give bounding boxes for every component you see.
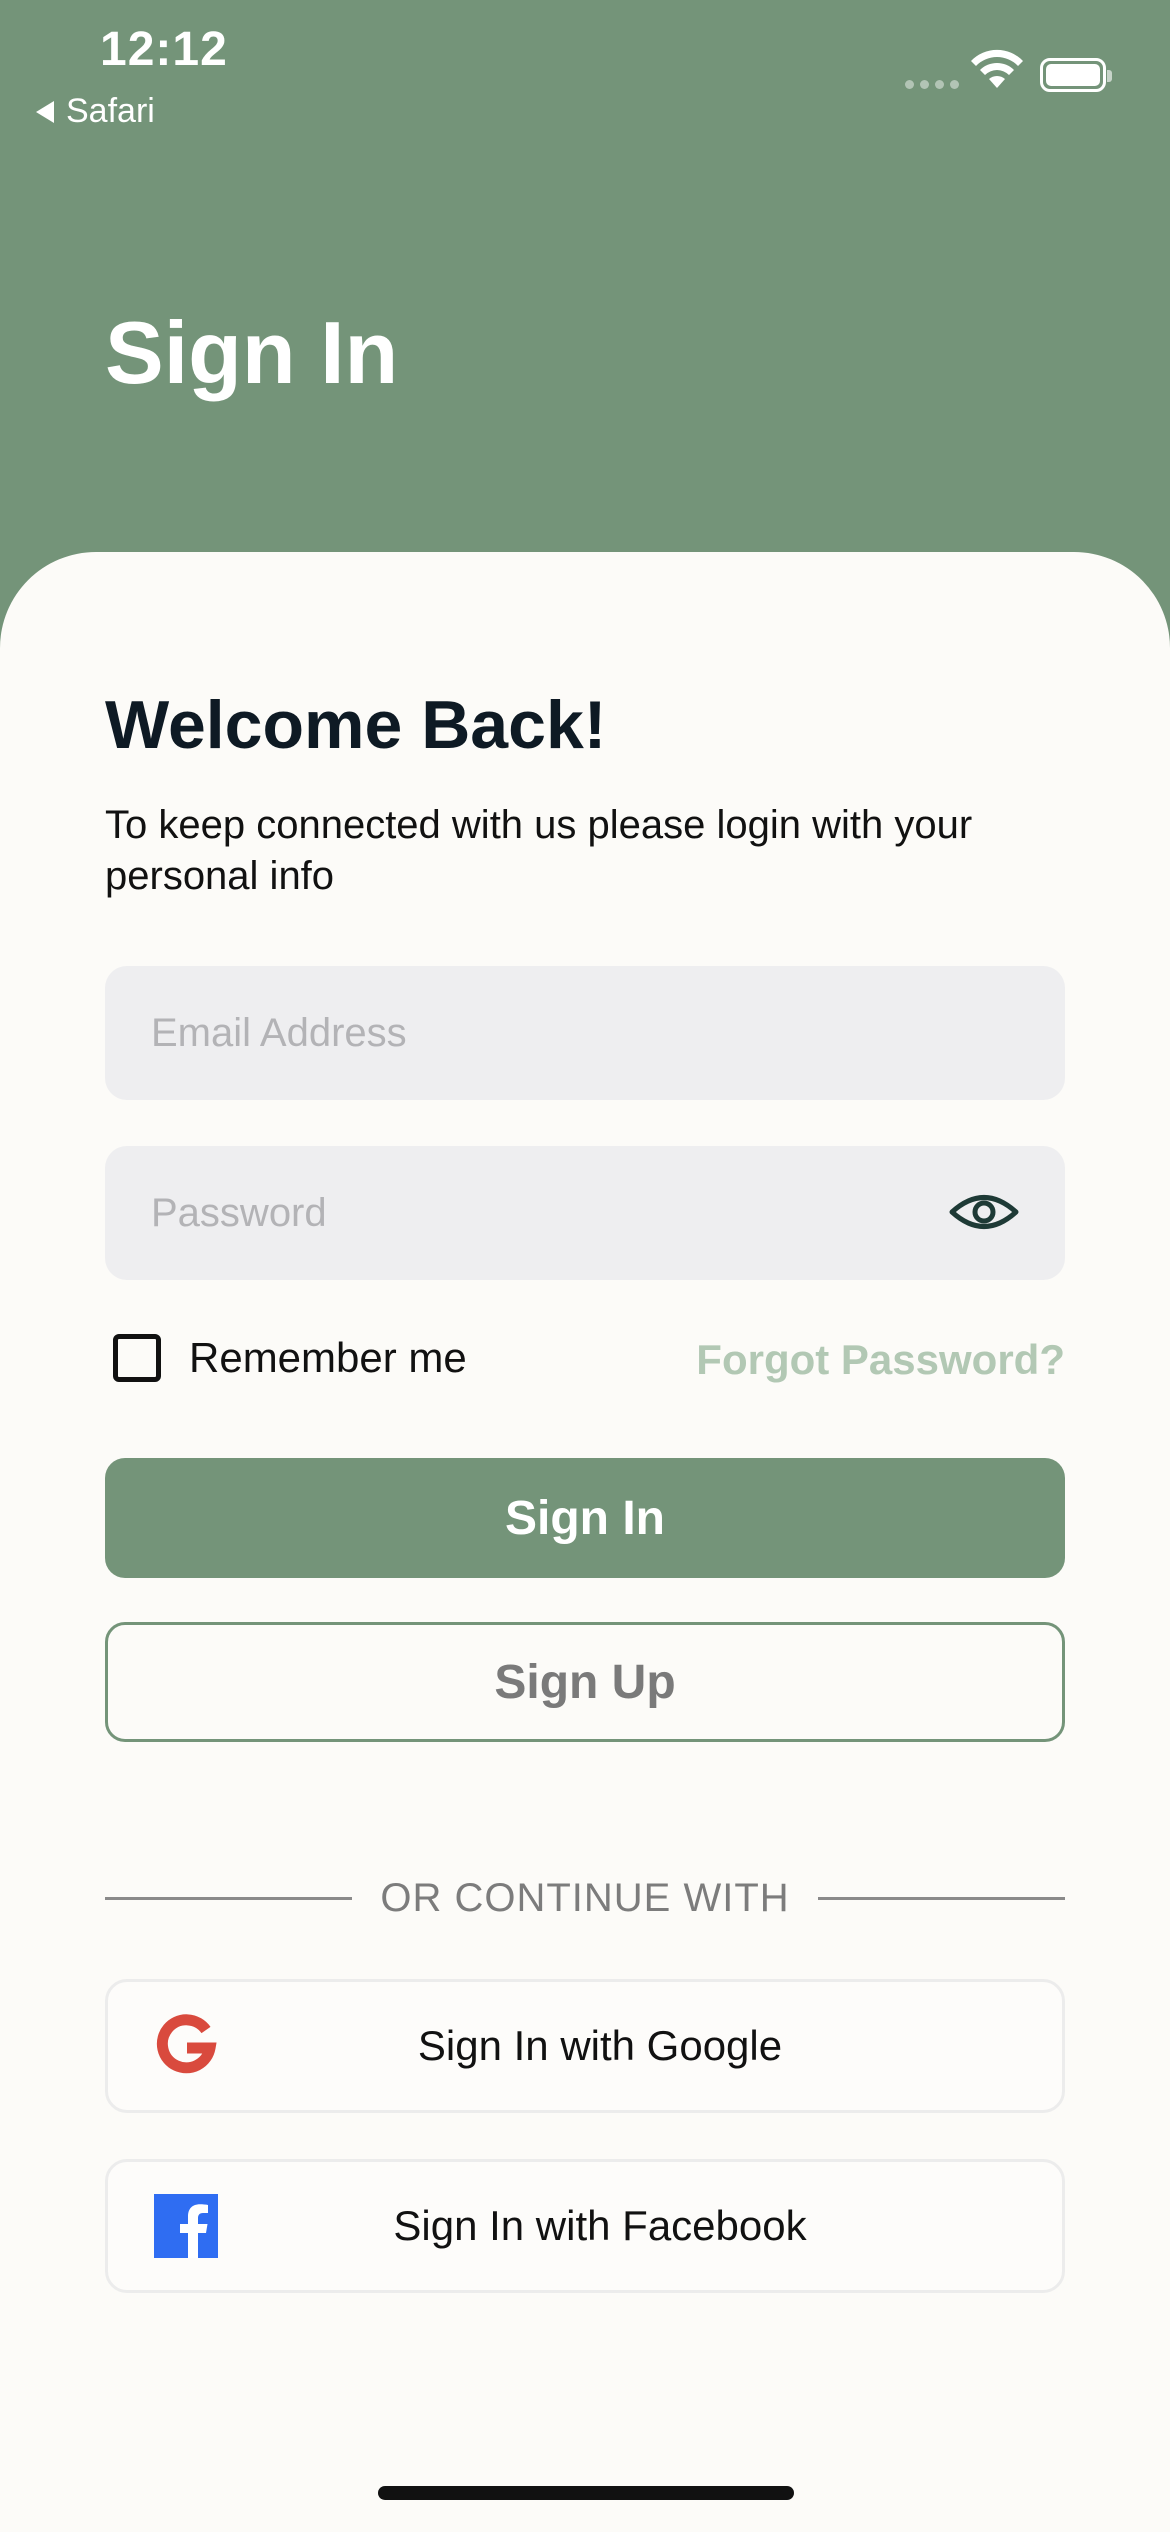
page-title: Sign In [105, 303, 399, 402]
password-field-container [105, 1146, 1065, 1280]
google-sign-in-button[interactable]: Sign In with Google [105, 1979, 1065, 2113]
email-input[interactable] [105, 966, 1065, 1100]
eye-icon[interactable] [949, 1189, 1019, 1235]
email-field-container [105, 966, 1065, 1100]
google-sign-in-label: Sign In with Google [417, 2022, 783, 2069]
welcome-heading: Welcome Back! [105, 687, 607, 763]
battery-icon [1040, 58, 1112, 92]
status-bar: 12:12 Safari [0, 0, 1170, 140]
welcome-subtitle: To keep connected with us please login w… [105, 803, 973, 898]
facebook-sign-in-button[interactable]: Sign In with Facebook [105, 2159, 1065, 2293]
forgot-password-link[interactable]: Forgot Password? [696, 1336, 1065, 1384]
remember-me-label: Remember me [189, 1334, 467, 1381]
wifi-icon [971, 49, 1023, 88]
remember-me-checkbox[interactable] [113, 1334, 161, 1382]
back-arrow-icon [36, 100, 54, 123]
sign-in-button[interactable]: Sign In [105, 1458, 1065, 1578]
remember-me[interactable]: Remember me [113, 1334, 467, 1382]
back-to-app-button[interactable]: Safari [36, 92, 155, 131]
password-input[interactable] [105, 1146, 1065, 1280]
home-indicator[interactable] [378, 2486, 794, 2500]
divider-text: OR CONTINUE WITH [380, 1875, 790, 1920]
back-app-label: Safari [66, 92, 155, 130]
sign-in-card: Welcome Back! To keep connected with us … [0, 552, 1170, 2532]
divider: OR CONTINUE WITH [105, 1868, 1065, 1928]
signal-dots-icon [905, 80, 959, 89]
sign-up-button[interactable]: Sign Up [105, 1622, 1065, 1742]
status-time: 12:12 [100, 23, 228, 76]
facebook-sign-in-label: Sign In with Facebook [393, 2202, 807, 2249]
divider-line-left [105, 1896, 353, 1900]
divider-line-right [817, 1896, 1065, 1900]
